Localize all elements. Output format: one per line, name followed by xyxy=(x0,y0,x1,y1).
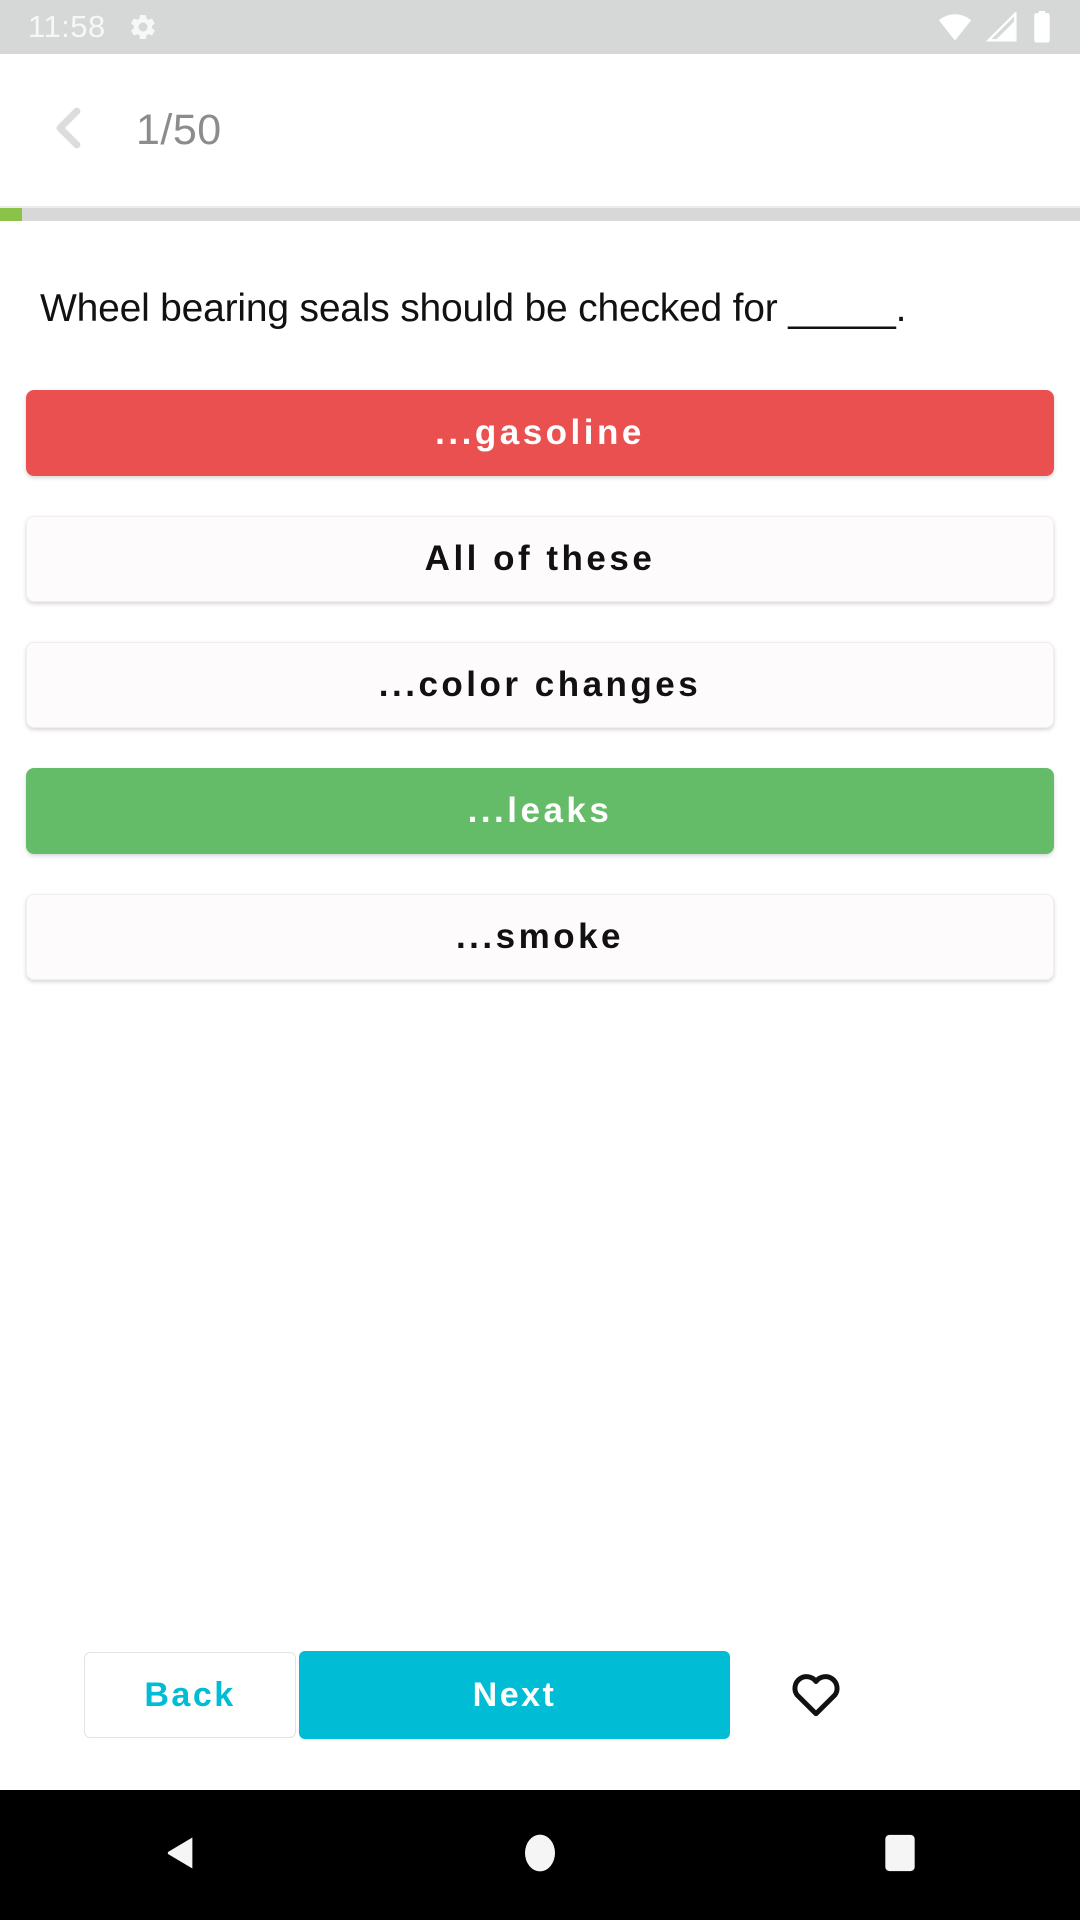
triangle-back-icon xyxy=(164,1836,196,1875)
answer-option[interactable]: ...gasoline xyxy=(26,390,1054,477)
back-button[interactable] xyxy=(36,97,102,163)
heart-outline-icon xyxy=(789,1668,843,1723)
status-bar-left: 11:58 xyxy=(28,9,938,45)
question-counter: 1/50 xyxy=(136,105,222,154)
android-nav-bar xyxy=(0,1790,1080,1920)
wifi-icon xyxy=(938,12,972,42)
status-bar-right xyxy=(938,11,1052,43)
quiz-progress-bar xyxy=(0,208,1080,221)
square-recents-icon xyxy=(884,1834,916,1877)
gear-icon xyxy=(128,12,158,42)
android-status-bar: 11:58 xyxy=(0,0,1080,54)
question-text: Wheel bearing seals should be checked fo… xyxy=(40,287,907,330)
nav-recents-button[interactable] xyxy=(840,1815,960,1895)
battery-icon xyxy=(1032,11,1052,43)
nav-home-button[interactable] xyxy=(480,1815,600,1895)
quiz-progress-fill xyxy=(0,208,22,221)
answer-option[interactable]: ...color changes xyxy=(26,642,1054,729)
answer-option[interactable]: ...leaks xyxy=(26,768,1054,855)
chevron-left-icon xyxy=(42,101,96,160)
back-nav-button[interactable]: Back xyxy=(84,1652,296,1738)
status-bar-clock: 11:58 xyxy=(28,9,106,44)
next-nav-button[interactable]: Next xyxy=(299,1651,730,1739)
app-bar: 1/50 xyxy=(0,54,1080,206)
bottom-action-bar: Back Next xyxy=(0,1600,1080,1790)
answer-options-list: ...gasoline All of these ...color change… xyxy=(0,334,1080,981)
cellular-signal-icon xyxy=(986,12,1018,42)
answer-option[interactable]: All of these xyxy=(26,516,1054,603)
circle-home-icon xyxy=(522,1833,558,1878)
favorite-button[interactable] xyxy=(778,1657,854,1733)
nav-back-button[interactable] xyxy=(120,1815,240,1895)
answer-option[interactable]: ...smoke xyxy=(26,894,1054,981)
